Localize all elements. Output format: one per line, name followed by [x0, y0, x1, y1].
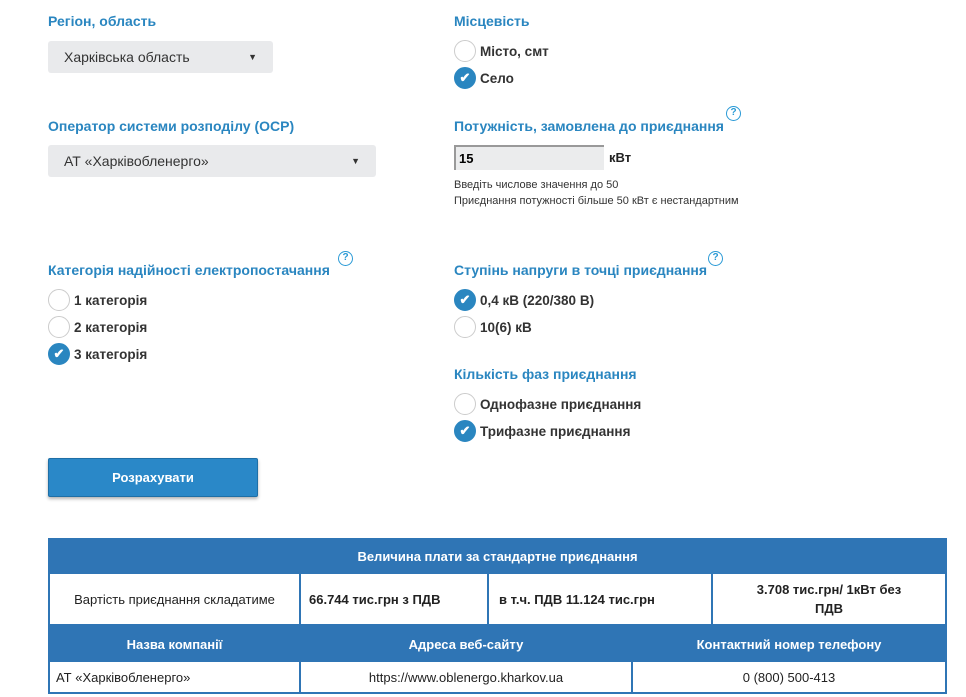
option-label: Село	[480, 70, 514, 86]
power-hint-2: Приєднання потужності більше 50 кВт є не…	[454, 195, 739, 207]
check-icon[interactable]: ✔	[454, 67, 476, 89]
option-label: Однофазне приєднання	[480, 396, 642, 412]
locality-option-city[interactable]: Місто, смт	[454, 39, 549, 63]
calculate-button[interactable]: Розрахувати	[48, 458, 258, 497]
chevron-down-icon: ▼	[351, 156, 360, 166]
reliability-label: Категорія надійності електропостачання	[48, 262, 330, 278]
check-icon[interactable]: ✔	[48, 343, 70, 365]
option-label: 1 категорія	[74, 292, 148, 308]
region-label: Регіон, область	[48, 13, 157, 29]
option-label: 2 категорія	[74, 319, 148, 335]
cost-label: Вартість приєднання складатиме	[48, 572, 301, 626]
chevron-down-icon: ▼	[248, 52, 257, 62]
check-icon[interactable]: ✔	[454, 420, 476, 442]
option-label: Трифазне приєднання	[480, 423, 631, 439]
header-website: Адреса веб-сайту	[299, 626, 633, 662]
voltage-option-04[interactable]: ✔ 0,4 кВ (220/380 В)	[454, 288, 594, 312]
header-phone: Контактний номер телефону	[631, 626, 947, 662]
total-cost: 66.744 тис.грн з ПДВ	[299, 572, 489, 626]
osr-label: Оператор системи розподілу (ОСР)	[48, 118, 295, 134]
option-label: 3 категорія	[74, 346, 148, 362]
reliability-option-3[interactable]: ✔ 3 категорія	[48, 342, 147, 366]
phases-option-single[interactable]: Однофазне приєднання	[454, 392, 641, 416]
radio-icon[interactable]	[454, 393, 476, 415]
voltage-option-10[interactable]: 10(6) кВ	[454, 315, 594, 339]
region-value: Харківська область	[64, 49, 190, 65]
radio-icon[interactable]	[454, 316, 476, 338]
vat-cost: в т.ч. ПДВ 11.124 тис.грн	[487, 572, 713, 626]
power-input[interactable]	[454, 145, 604, 170]
locality-label: Місцевість	[454, 13, 530, 29]
option-label: 10(6) кВ	[480, 319, 532, 335]
help-icon[interactable]: ?	[708, 251, 723, 266]
header-company: Назва компанії	[48, 626, 301, 662]
radio-icon[interactable]	[48, 289, 70, 311]
check-icon[interactable]: ✔	[454, 289, 476, 311]
power-unit: кВт	[609, 150, 632, 165]
option-label: Місто, смт	[480, 43, 549, 59]
phone-number: 0 (800) 500-413	[631, 660, 947, 694]
region-select[interactable]: Харківська область ▼	[48, 41, 273, 73]
power-hint-1: Введіть числове значення до 50	[454, 179, 619, 191]
phases-label: Кількість фаз приєднання	[454, 366, 637, 382]
voltage-label: Ступінь напруги в точці приєднання	[454, 262, 708, 278]
reliability-option-1[interactable]: 1 категорія	[48, 288, 147, 312]
per-kw-cost: 3.708 тис.грн/ 1кВт без ПДВ	[711, 572, 947, 626]
radio-icon[interactable]	[454, 40, 476, 62]
locality-option-village[interactable]: ✔ Село	[454, 66, 549, 90]
option-label: 0,4 кВ (220/380 В)	[480, 292, 595, 308]
help-icon[interactable]: ?	[726, 106, 741, 121]
osr-select[interactable]: АТ «Харківобленерго» ▼	[48, 145, 376, 177]
result-table: Величина плати за стандартне приєднання …	[48, 538, 947, 694]
power-label: Потужність, замовлена до приєднання	[454, 118, 724, 134]
osr-value: АТ «Харківобленерго»	[64, 153, 209, 169]
help-icon[interactable]: ?	[338, 251, 353, 266]
company-name: АТ «Харківобленерго»	[48, 660, 301, 694]
reliability-option-2[interactable]: 2 категорія	[48, 315, 147, 339]
phases-option-three[interactable]: ✔ Трифазне приєднання	[454, 419, 641, 443]
radio-icon[interactable]	[48, 316, 70, 338]
website-link[interactable]: https://www.oblenergo.kharkov.ua	[299, 660, 633, 694]
result-title: Величина плати за стандартне приєднання	[48, 538, 947, 574]
